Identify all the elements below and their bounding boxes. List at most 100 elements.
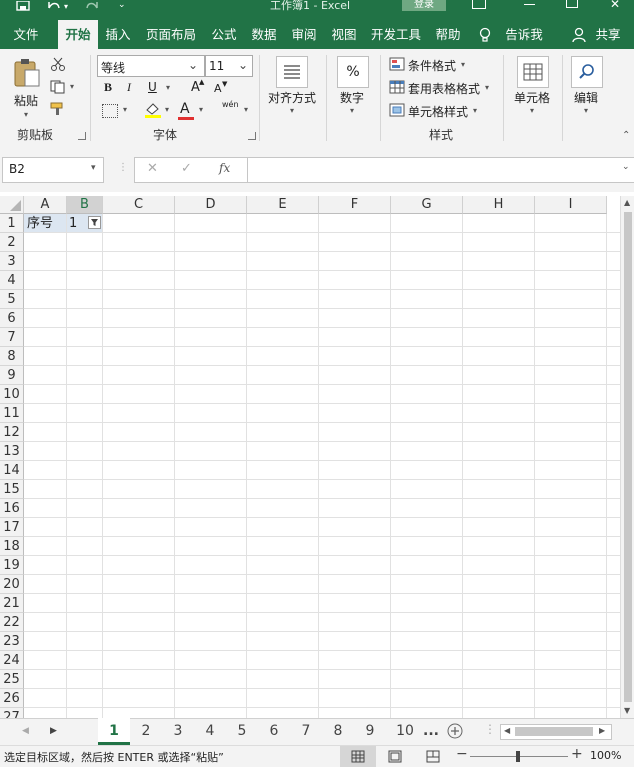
column-header-e[interactable]: E [247,196,319,214]
cells-dropdown-icon[interactable]: ▾ [530,106,534,115]
column-header-f[interactable]: F [319,196,391,214]
row-header-12[interactable]: 12 [0,423,24,442]
number-format-button[interactable]: % [337,56,369,88]
conditional-format-icon[interactable] [389,57,405,71]
sheet-tab-10[interactable]: 10 [388,718,422,744]
row-header-5[interactable]: 5 [0,290,24,309]
cell-styles-icon[interactable] [389,103,405,117]
more-sheets-button[interactable]: ... [420,718,442,744]
lightbulb-icon[interactable] [478,27,492,43]
clipboard-launcher-icon[interactable] [78,132,86,140]
editing-label[interactable]: 编辑 [566,89,606,106]
worksheet-grid[interactable]: A B C D E F G H I 1 2 3 4 5 6 7 8 9 10 11 12 13 14 15 16 17 18 19 20… [0,196,620,718]
close-icon[interactable]: ✕ [610,0,620,11]
column-header-g[interactable]: G [391,196,463,214]
phonetic-button[interactable]: wén [222,100,239,109]
redo-icon[interactable] [84,0,100,12]
row-header-21[interactable]: 21 [0,594,24,613]
number-dropdown-icon[interactable]: ▾ [350,106,354,115]
row-header-25[interactable]: 25 [0,670,24,689]
sheet-tab-2[interactable]: 2 [130,718,162,744]
font-color-button[interactable]: A [180,101,190,117]
row-header-7[interactable]: 7 [0,328,24,347]
editing-dropdown-icon[interactable]: ▾ [584,106,588,115]
tab-view[interactable]: 视图 [326,20,362,49]
phonetic-dropdown-icon[interactable]: ▾ [244,105,248,114]
underline-dropdown-icon[interactable]: ▾ [166,83,170,92]
row-header-26[interactable]: 26 [0,689,24,708]
cells-label[interactable]: 单元格 [508,89,556,106]
formula-input[interactable] [247,157,634,183]
alignment-label[interactable]: 对齐方式 [264,89,320,106]
row-header-22[interactable]: 22 [0,613,24,632]
name-box[interactable]: B2 ▾ [2,157,104,183]
customize-toolbar-icon[interactable]: ⌄ [118,0,126,10]
cells-button[interactable] [517,56,549,88]
sheet-tab-8[interactable]: 8 [322,718,354,744]
maximize-icon[interactable] [566,0,578,8]
tab-review[interactable]: 审阅 [286,20,322,49]
insert-function-button[interactable]: fx [219,161,230,175]
underline-button[interactable]: U [148,80,157,94]
tab-file[interactable]: 文件 [2,20,50,49]
column-header-d[interactable]: D [175,196,247,214]
tab-split-handle[interactable]: ⋮ [484,722,496,736]
sheet-tab-5[interactable]: 5 [226,718,258,744]
tab-help[interactable]: 帮助 [430,20,466,49]
row-header-15[interactable]: 15 [0,480,24,499]
alignment-dropdown-icon[interactable]: ▾ [290,106,294,115]
scroll-down-icon[interactable]: ▼ [624,706,630,715]
conditional-format-dropdown-icon[interactable]: ▾ [461,60,465,69]
row-header-24[interactable]: 24 [0,651,24,670]
enter-icon[interactable]: ✓ [181,161,192,176]
cut-icon[interactable] [50,56,66,72]
number-label[interactable]: 数字 [332,89,372,106]
sheet-tab-7[interactable]: 7 [290,718,322,744]
row-header-10[interactable]: 10 [0,385,24,404]
save-icon[interactable] [16,0,30,11]
copy-dropdown-icon[interactable]: ▾ [70,82,74,91]
column-header-b[interactable]: B [67,196,103,214]
row-header-13[interactable]: 13 [0,442,24,461]
shrink-font-button[interactable]: A [214,82,222,95]
copy-icon[interactable] [50,80,66,94]
ribbon-display-icon[interactable] [472,0,486,9]
undo-icon[interactable] [46,0,62,12]
row-header-4[interactable]: 4 [0,271,24,290]
sheet-tab-3[interactable]: 3 [162,718,194,744]
add-sheet-icon[interactable] [447,723,463,739]
share-person-icon[interactable] [572,27,586,43]
format-as-table-dropdown-icon[interactable]: ▾ [485,83,489,92]
paste-icon[interactable] [12,58,42,88]
column-header-a[interactable]: A [24,196,67,214]
paste-label[interactable]: 粘贴 [6,92,46,109]
tab-insert[interactable]: 插入 [100,20,136,49]
cell-a1[interactable]: 序号 [24,214,66,232]
zoom-level[interactable]: 100% [590,749,621,762]
zoom-in-button[interactable]: + [571,746,583,762]
font-name-dropdown-icon[interactable]: ⌄ [188,58,198,72]
sheet-tab-1[interactable]: 1 [98,718,130,745]
sheet-tab-6[interactable]: 6 [258,718,290,744]
page-break-view-icon[interactable] [426,750,440,763]
next-sheet-icon[interactable]: ▶ [50,726,57,736]
bold-button[interactable]: B [104,80,112,95]
share-button[interactable]: 共享 [588,20,628,49]
column-header-c[interactable]: C [103,196,175,214]
alignment-button[interactable] [276,56,308,88]
splitter-dots-icon[interactable]: ⋮ [118,162,128,173]
row-header-2[interactable]: 2 [0,233,24,252]
tab-formulas[interactable]: 公式 [206,20,242,49]
row-header-8[interactable]: 8 [0,347,24,366]
borders-dropdown-icon[interactable]: ▾ [123,105,127,114]
sheet-tab-4[interactable]: 4 [194,718,226,744]
cell-b1[interactable]: 1 [67,214,102,232]
tab-developer[interactable]: 开发工具 [366,20,426,49]
scroll-right-icon[interactable]: ▶ [599,726,605,735]
expand-formula-icon[interactable]: ⌄ [622,162,630,172]
scroll-up-icon[interactable]: ▲ [624,198,630,207]
format-painter-icon[interactable] [50,102,66,116]
row-header-1[interactable]: 1 [0,214,24,233]
row-header-18[interactable]: 18 [0,537,24,556]
column-header-h[interactable]: H [463,196,535,214]
